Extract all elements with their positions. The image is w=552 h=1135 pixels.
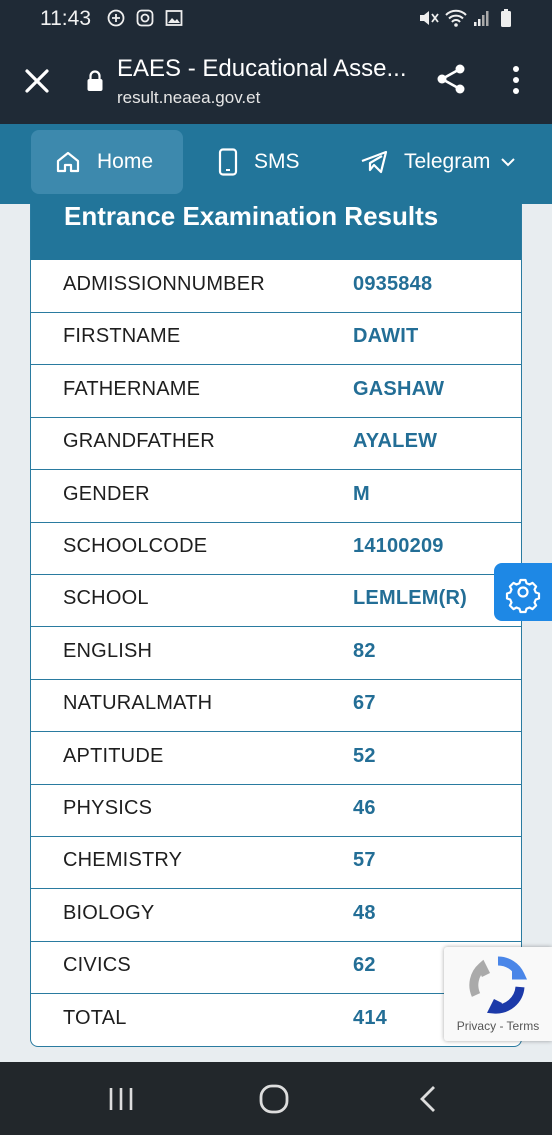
mute-vibrate-icon [420,11,439,25]
more-options-icon[interactable] [506,64,526,96]
signal-icon [474,11,489,26]
result-row: ENGLISH 82 [31,627,521,680]
result-row: SCHOOLCODE 14100209 [31,522,521,575]
telegram-icon [361,150,388,174]
result-label: FIRSTNAME [63,325,181,348]
result-value: 62 [353,954,376,977]
home-icon [56,151,80,173]
result-value: 414 [353,1006,387,1029]
result-row: ADMISSIONNUMBER 0935848 [31,260,521,313]
result-label: NATURALMATH [63,692,213,715]
browser-toolbar: EAES - Educational Asse... result.neaea.… [0,38,552,124]
result-value: 82 [353,639,376,662]
recaptcha-badge[interactable]: Privacy - Terms [444,947,552,1041]
result-value: M [353,482,370,505]
result-row: APTITUDE 52 [31,732,521,785]
recaptcha-links[interactable]: Privacy - Terms [444,1019,552,1033]
result-label: ADMISSIONNUMBER [63,273,265,295]
result-row: GENDER M [31,470,521,523]
share-icon[interactable] [434,62,468,96]
notification-plus-icon [107,9,125,27]
result-value: AYALEW [353,430,438,453]
result-row: PHYSICS 46 [31,784,521,837]
nav-home[interactable]: Home [31,130,183,194]
result-row: SCHOOL LEMLEM(R) [31,574,521,628]
result-row: CHEMISTRY 57 [31,836,521,890]
result-row: FIRSTNAME DAWIT [31,312,521,366]
result-label: TOTAL [63,1006,127,1029]
nav-telegram-label: Telegram [404,150,491,173]
image-icon [165,10,183,26]
status-time: 11:43 [40,7,91,30]
wifi-icon [445,9,467,27]
result-value: LEMLEM(R) [353,587,467,610]
result-value: 14100209 [353,535,444,557]
result-label: CHEMISTRY [63,849,183,872]
settings-button[interactable] [494,563,552,621]
result-label: GENDER [63,482,150,505]
battery-icon [501,9,511,27]
result-value: DAWIT [353,325,419,348]
result-value: 48 [353,901,376,924]
recent-apps-icon[interactable] [104,1084,138,1114]
result-label: GRANDFATHER [63,430,215,453]
result-label: FATHERNAME [63,377,201,400]
result-label: ENGLISH [63,639,153,662]
nav-telegram[interactable]: Telegram [360,130,516,194]
recaptcha-icon [469,956,528,1014]
status-bar: 11:43 [0,0,552,38]
phone-icon [218,148,238,176]
results-title: Entrance Examination Results [64,201,439,231]
result-value: GASHAW [353,377,445,400]
back-icon[interactable] [412,1084,446,1114]
result-value: 0935848 [353,273,433,295]
result-row: GRANDFATHER AYALEW [31,417,521,471]
result-value: 57 [353,849,376,872]
close-icon[interactable] [22,66,52,96]
nav-home-label: Home [97,150,154,173]
result-label: SCHOOLCODE [63,535,208,557]
result-row: BIOLOGY 48 [31,889,521,942]
nav-sms-label: SMS [254,150,300,173]
result-row: FATHERNAME GASHAW [31,365,521,418]
instagram-icon [136,9,154,27]
page-title: EAES - Educational Asse... [117,55,407,82]
result-value: 52 [353,744,376,767]
system-nav-bar [0,1062,552,1135]
result-label: PHYSICS [63,797,153,819]
page-url[interactable]: result.neaea.gov.et [117,88,260,108]
result-label: BIOLOGY [63,901,155,924]
result-value: 46 [353,797,376,819]
gear-icon [505,578,541,614]
nav-sms[interactable]: SMS [218,130,300,194]
chevron-down-icon [501,158,516,167]
lock-icon [87,70,103,91]
results-header: Entrance Examination Results [31,201,521,260]
result-label: APTITUDE [63,744,164,767]
results-card: Entrance Examination Results ADMISSIONNU… [30,201,522,1047]
result-label: SCHOOL [63,587,149,610]
result-value: 67 [353,692,376,715]
home-button-icon[interactable] [257,1084,291,1114]
site-navbar: Home SMS Telegram [0,124,552,204]
result-row: NATURALMATH 67 [31,679,521,733]
result-label: CIVICS [63,954,131,977]
